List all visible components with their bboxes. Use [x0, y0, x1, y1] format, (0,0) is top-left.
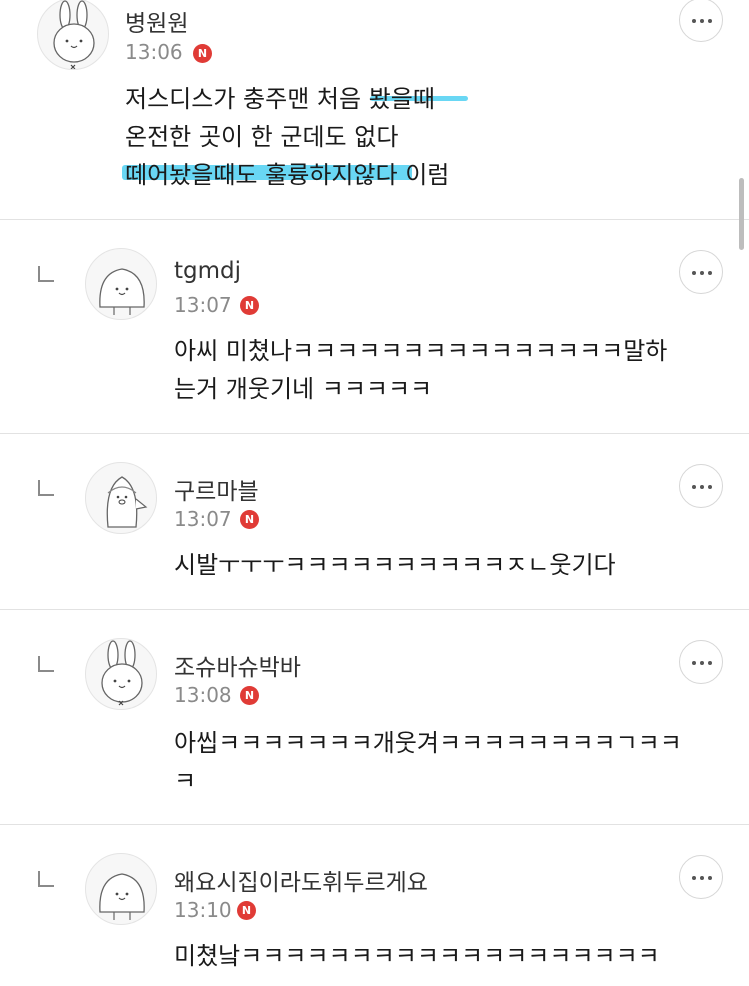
more-dots-icon — [692, 876, 696, 880]
comment-text-line: 저스디스가 충주맨 처음 봤을때 — [125, 85, 435, 113]
comment-text-line: 아씹ㅋㅋㅋㅋㅋㅋㅋ개웃겨ㅋㅋㅋㅋㅋㅋㅋㅋㄱㅋㅋ — [174, 729, 682, 757]
comment-time: 13:08 — [174, 683, 232, 707]
more-dots-icon — [692, 485, 696, 489]
comment-body: 아씹ㅋㅋㅋㅋㅋㅋㅋ개웃겨ㅋㅋㅋㅋㅋㅋㅋㅋㄱㅋㅋ ㅋ — [174, 724, 682, 800]
rabbit-avatar-icon — [101, 640, 143, 706]
comment-author[interactable]: 병원원 — [125, 4, 188, 38]
reply-arrow-icon — [38, 266, 54, 282]
new-badge: N — [193, 44, 212, 63]
more-options-button[interactable] — [679, 250, 723, 294]
comment-reply: 왜요시집이라도휘두르게요 13:10 N 미쳤낰ㅋㅋㅋㅋㅋㅋㅋㅋㅋㅋㅋㅋㅋㅋㅋㅋ… — [0, 825, 749, 986]
reply-arrow-icon — [38, 871, 54, 887]
comment-text-line: 는거 개웃기네 ㅋㅋㅋㅋㅋ — [174, 375, 433, 403]
new-badge: N — [240, 510, 259, 529]
comment-text-line: 떼어놨을때도 훌륭하지않다 이럼 — [125, 161, 450, 189]
new-badge: N — [240, 296, 259, 315]
comment-text-line: 시발ㅜㅜㅜㅋㅋㅋㅋㅋㅋㅋㅋㅋㅋㅈㄴ웃기다 — [174, 551, 616, 579]
blob-avatar-icon — [99, 873, 145, 920]
avatar[interactable] — [85, 462, 157, 534]
new-badge: N — [237, 901, 256, 920]
comment-author[interactable]: 조슈바슈박바 — [174, 648, 301, 682]
avatar[interactable] — [37, 0, 109, 70]
comment-author[interactable]: 왜요시집이라도휘두르게요 — [174, 863, 428, 897]
comment-text-line: 미쳤낰ㅋㅋㅋㅋㅋㅋㅋㅋㅋㅋㅋㅋㅋㅋㅋㅋㅋㅋㅋ — [174, 942, 660, 970]
more-dots-icon — [692, 661, 696, 665]
comment-time: 13:10 — [174, 898, 232, 922]
comment-text-line: 아씨 미쳤나ㅋㅋㅋㅋㅋㅋㅋㅋㅋㅋㅋㅋㅋㅋㅋ말하 — [174, 337, 668, 365]
comment-author[interactable]: 구르마블 — [174, 472, 259, 506]
comment-time: 13:07 — [174, 507, 232, 531]
avatar[interactable] — [85, 638, 157, 710]
comment-body: 저스디스가 충주맨 처음 봤을때 온전한 곳이 한 군데도 없다 떼어놨을때도 … — [125, 80, 449, 194]
comment-text-line: 온전한 곳이 한 군데도 없다 — [125, 123, 399, 151]
more-options-button[interactable] — [679, 464, 723, 508]
comment-body: 미쳤낰ㅋㅋㅋㅋㅋㅋㅋㅋㅋㅋㅋㅋㅋㅋㅋㅋㅋㅋㅋ — [174, 937, 660, 975]
reply-arrow-icon — [38, 656, 54, 672]
scrollbar[interactable] — [739, 178, 744, 250]
comment-text-line: ㅋ — [174, 767, 197, 795]
comment-time: 13:07 — [174, 293, 232, 317]
comment-author[interactable]: tgmdj — [174, 258, 241, 284]
comment-item: 병원원 13:06 N 저스디스가 충주맨 처음 봤을때 온전한 곳이 한 군데… — [0, 0, 749, 219]
rabbit-avatar-icon — [53, 0, 95, 69]
blob-avatar-icon — [99, 268, 145, 315]
more-options-button[interactable] — [679, 640, 723, 684]
more-options-button[interactable] — [679, 0, 723, 42]
new-badge: N — [240, 686, 259, 705]
comment-time: 13:06 — [125, 40, 183, 64]
more-options-button[interactable] — [679, 855, 723, 899]
comment-body: 아씨 미쳤나ㅋㅋㅋㅋㅋㅋㅋㅋㅋㅋㅋㅋㅋㅋㅋ말하 는거 개웃기네 ㅋㅋㅋㅋㅋ — [174, 332, 667, 408]
comment-body: 시발ㅜㅜㅜㅋㅋㅋㅋㅋㅋㅋㅋㅋㅋㅈㄴ웃기다 — [174, 546, 616, 584]
avatar[interactable] — [85, 248, 157, 320]
more-dots-icon — [692, 271, 696, 275]
more-dots-icon — [692, 19, 696, 23]
comment-reply: tgmdj 13:07 N 아씨 미쳤나ㅋㅋㅋㅋㅋㅋㅋㅋㅋㅋㅋㅋㅋㅋㅋ말하 는거… — [0, 220, 749, 433]
comment-reply: 조슈바슈박바 13:08 N 아씹ㅋㅋㅋㅋㅋㅋㅋ개웃겨ㅋㅋㅋㅋㅋㅋㅋㅋㄱㅋㅋ ㅋ — [0, 610, 749, 824]
avatar[interactable] — [85, 853, 157, 925]
penguin-avatar-icon — [106, 476, 148, 528]
comment-reply: 구르마블 13:07 N 시발ㅜㅜㅜㅋㅋㅋㅋㅋㅋㅋㅋㅋㅋㅈㄴ웃기다 — [0, 434, 749, 609]
reply-arrow-icon — [38, 480, 54, 496]
